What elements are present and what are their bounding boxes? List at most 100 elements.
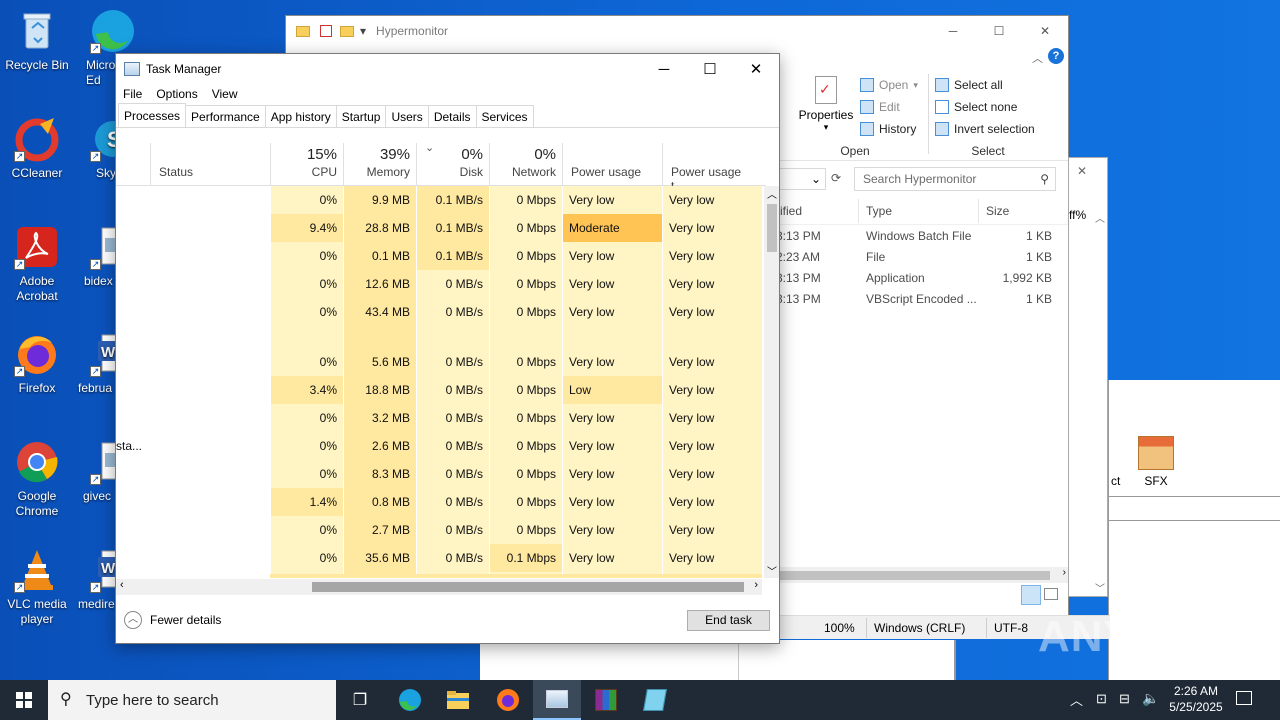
select-none-button[interactable]: Select none — [935, 96, 1035, 118]
network-icon[interactable]: ⊡ — [1096, 691, 1107, 707]
background-window[interactable]: ✕ ff% ︿ ﹀ — [1068, 157, 1108, 597]
process-row[interactable]: 1.4% 0.8 MB 0 MB/s 0 Mbps Very low Very low — [116, 488, 762, 516]
explorer-titlebar[interactable]: ▾ Hypermonitor ─ ☐ ✕ — [286, 16, 1068, 46]
invert-selection-button[interactable]: Invert selection — [935, 118, 1035, 140]
clock[interactable]: 2:26 AM 5/25/2025 — [1164, 683, 1228, 715]
column-power-usage[interactable]: Power usage — [562, 143, 662, 186]
taskbar-winrar[interactable] — [582, 684, 630, 716]
scroll-up-icon[interactable]: ︿ — [1095, 210, 1105, 225]
show-hidden-icons-button[interactable]: ︿ — [1070, 690, 1083, 709]
column-network[interactable]: 0% Network — [489, 143, 562, 186]
tab-performance[interactable]: Performance — [185, 105, 266, 127]
desktop-icon-ccleaner[interactable]: ↗ CCleaner — [0, 116, 74, 181]
search-box[interactable]: Search Hypermonitor ⚲ — [854, 167, 1056, 191]
scroll-thumb[interactable] — [780, 571, 1050, 580]
scroll-left-icon[interactable]: ‹ — [120, 579, 124, 591]
start-button[interactable] — [0, 680, 48, 720]
properties-button[interactable]: ✓ Properties ▾ — [798, 76, 854, 133]
desktop-icon-vlc[interactable]: ↗ VLC media player — [0, 547, 74, 627]
file-row[interactable]: 3:13 PM Application 1,992 KB — [776, 271, 1060, 292]
vertical-scrollbar[interactable]: ︿ ﹀ — [764, 186, 779, 578]
close-icon[interactable]: ✕ — [1077, 164, 1087, 178]
dropdown-icon[interactable]: ▾ — [360, 24, 366, 38]
process-row[interactable]: 0% 9.9 MB 0.1 MB/s 0 Mbps Very low Very low — [116, 186, 762, 214]
scroll-right-icon[interactable]: › — [1063, 567, 1066, 578]
desktop-icon-recycle-bin[interactable]: Recycle Bin — [0, 8, 74, 73]
scroll-up-icon[interactable]: ︿ — [767, 186, 777, 201]
column-disk[interactable]: ⌄ 0% Disk — [416, 142, 489, 186]
scroll-thumb[interactable] — [767, 204, 777, 252]
large-icons-view-button[interactable] — [1044, 588, 1058, 600]
task-manager-window[interactable]: Task Manager ─ ☐ ✕ File Options View Pro… — [115, 53, 780, 644]
process-row[interactable]: 0% 0.1 MB 0.1 MB/s 0 Mbps Very low Very low — [116, 242, 762, 270]
taskbar-edge[interactable] — [386, 684, 434, 716]
column-status[interactable]: Status — [150, 143, 270, 186]
edit-button[interactable]: Edit — [860, 96, 918, 118]
maximize-button[interactable]: ☐ — [976, 16, 1022, 46]
menu-file[interactable]: File — [123, 87, 142, 101]
process-row[interactable]: 3.4% 18.8 MB 0 MB/s 0 Mbps Low Very low — [116, 376, 762, 404]
details-view-button[interactable] — [1021, 585, 1041, 605]
close-button[interactable]: ✕ — [1022, 16, 1068, 46]
desktop-icon-acrobat[interactable]: ↗ Adobe Acrobat — [0, 224, 74, 304]
maximize-button[interactable]: ☐ — [687, 54, 733, 84]
menu-view[interactable]: View — [212, 87, 238, 101]
notifications-button[interactable] — [1236, 688, 1258, 710]
horizontal-scrollbar[interactable]: › — [780, 567, 1068, 583]
task-view-button[interactable]: ❐ — [336, 684, 384, 716]
ribbon-collapse-icon[interactable]: ︿ — [1032, 50, 1043, 66]
column-cpu[interactable]: 15% CPU — [270, 143, 343, 186]
desktop-icon-chrome[interactable]: Google Chrome — [0, 439, 74, 519]
horizontal-scrollbar[interactable]: ‹ › — [116, 579, 762, 595]
scroll-down-icon[interactable]: ﹀ — [1095, 580, 1105, 595]
tab-details[interactable]: Details — [427, 105, 477, 127]
minimize-button[interactable]: ─ — [930, 16, 976, 46]
taskbar-file-explorer[interactable] — [434, 684, 482, 716]
scroll-right-icon[interactable]: › — [754, 579, 758, 591]
process-row[interactable]: sta... 0% 2.6 MB 0 MB/s 0 Mbps Very low Very l… — [116, 432, 762, 460]
history-button[interactable]: History — [860, 118, 918, 140]
scroll-down-icon[interactable]: ﹀ — [767, 563, 777, 578]
tab-app-history[interactable]: App history — [264, 105, 337, 127]
close-button[interactable]: ✕ — [733, 54, 779, 84]
file-row[interactable]: 3:13 PM Windows Batch File 1 KB — [776, 229, 1060, 250]
column-memory[interactable]: 39% Memory — [343, 143, 416, 186]
select-all-button[interactable]: Select all — [935, 74, 1035, 96]
column-power-usage-trend[interactable]: Power usage t... — [662, 143, 762, 193]
desktop-icon-firefox[interactable]: ↗ Firefox — [0, 331, 74, 396]
properties-check-icon[interactable] — [320, 25, 332, 37]
minimize-button[interactable]: ─ — [641, 54, 687, 84]
tab-startup[interactable]: Startup — [335, 105, 387, 127]
end-task-button[interactable]: End task — [687, 610, 770, 631]
volume-icon[interactable]: 🔈 — [1142, 690, 1159, 707]
taskbar-search[interactable]: ⚲ Type here to search — [48, 680, 336, 720]
taskbar-firefox[interactable] — [484, 684, 532, 716]
tab-users[interactable]: Users — [385, 105, 429, 127]
menu-options[interactable]: Options — [156, 87, 197, 101]
help-icon[interactable]: ? — [1048, 48, 1064, 64]
column-date-modified[interactable]: ified — [780, 204, 802, 218]
scroll-thumb[interactable] — [312, 582, 744, 592]
refresh-button[interactable]: ⟳ — [828, 171, 844, 187]
ethernet-icon[interactable]: ⊟ — [1119, 691, 1130, 707]
task-manager-titlebar[interactable]: Task Manager ─ ☐ ✕ — [116, 54, 779, 84]
column-type[interactable]: Type — [866, 204, 892, 218]
process-row[interactable]: 0% 12.6 MB 0 MB/s 0 Mbps Very low Very low — [116, 270, 762, 298]
process-row[interactable]: 9.4% 28.8 MB 0.1 MB/s 0 Mbps Moderate Very lo… — [116, 214, 762, 242]
sfx-button[interactable]: SFX — [1135, 436, 1177, 488]
taskbar-task-manager[interactable] — [533, 680, 581, 720]
process-row[interactable]: 0% 35.6 MB 0 MB/s 0.1 Mbps Very low Very low — [116, 544, 762, 572]
process-row[interactable]: 0% 3.2 MB 0 MB/s 0 Mbps Very low Very low — [116, 404, 762, 432]
process-row[interactable]: 0% 8.3 MB 0 MB/s 0 Mbps Very low Very low — [116, 460, 762, 488]
file-row[interactable]: 2:23 AM File 1 KB — [776, 250, 1060, 271]
column-name[interactable] — [116, 143, 150, 186]
process-row[interactable]: 0% 5.6 MB 0 MB/s 0 Mbps Very low Very low — [116, 348, 762, 376]
fewer-details-button[interactable]: ︿ Fewer details — [124, 611, 221, 629]
taskbar-notepad[interactable] — [631, 684, 679, 716]
process-row[interactable]: 0% 2.7 MB 0 MB/s 0 Mbps Very low Very low — [116, 516, 762, 544]
address-dropdown[interactable]: ⌄ — [780, 168, 826, 190]
file-row[interactable]: 3:13 PM VBScript Encoded ... 1 KB — [776, 292, 1060, 313]
open-button[interactable]: Open ▾ — [860, 74, 918, 96]
tab-services[interactable]: Services — [475, 105, 534, 127]
column-size[interactable]: Size — [986, 204, 1009, 218]
